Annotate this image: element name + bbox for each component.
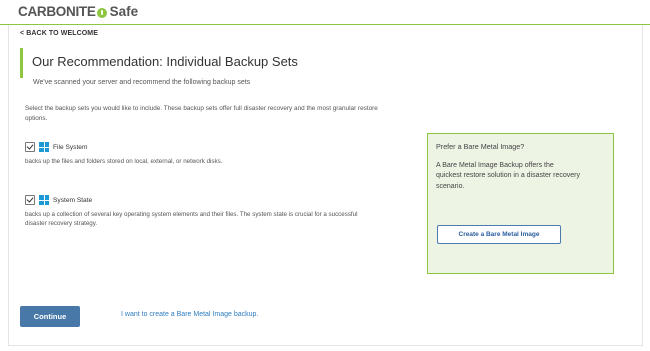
continue-button[interactable]: Continue: [20, 306, 80, 327]
file-system-description: backs up the files and folders stored on…: [25, 158, 223, 165]
system-state-checkbox[interactable]: [25, 195, 35, 205]
logo-product: Safe: [109, 4, 139, 19]
logo-dot-icon: [96, 7, 107, 18]
file-system-label: File System: [53, 143, 88, 151]
logo-brand: CARBONITE: [18, 4, 96, 19]
carbonite-logo: CARBONITE Safe: [18, 4, 138, 19]
page-subtitle: We've scanned your server and recommend …: [33, 79, 251, 86]
intro-text: Select the backup sets you would like to…: [25, 105, 378, 122]
title-accent-bar: [20, 48, 23, 78]
bare-metal-backup-link[interactable]: I want to create a Bare Metal Image back…: [121, 311, 258, 318]
windows-icon: [39, 142, 49, 152]
windows-icon: [39, 195, 49, 205]
backup-option-file-system: File System backs up the files and folde…: [25, 141, 385, 166]
page-title: Our Recommendation: Individual Backup Se…: [32, 54, 298, 69]
system-state-label: System State: [53, 196, 93, 204]
bare-metal-panel-text: A Bare Metal Image Backup offers the qui…: [436, 162, 580, 190]
file-system-checkbox[interactable]: [25, 142, 35, 152]
bare-metal-panel-title: Prefer a Bare Metal Image?: [436, 142, 525, 151]
backup-option-system-state: System State backs up a collection of se…: [25, 194, 385, 228]
create-bare-metal-image-button[interactable]: Create a Bare Metal Image: [437, 225, 561, 244]
bare-metal-panel: Prefer a Bare Metal Image? A Bare Metal …: [427, 133, 614, 274]
back-to-welcome-link[interactable]: < BACK TO WELCOME: [20, 30, 98, 37]
system-state-description: backs up a collection of several key ope…: [25, 211, 358, 227]
header: CARBONITE Safe: [0, 0, 650, 24]
